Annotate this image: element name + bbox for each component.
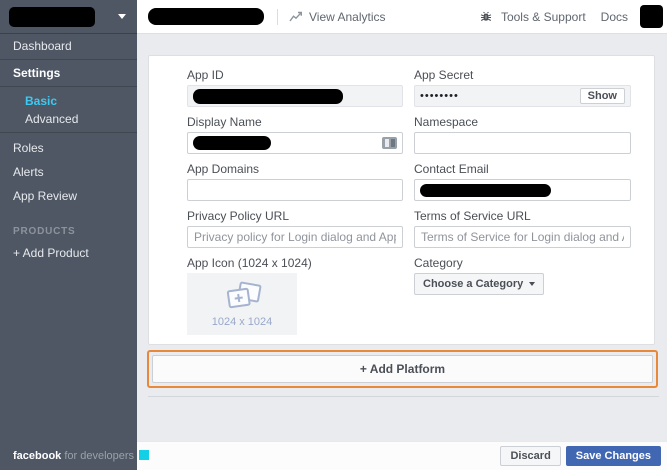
chevron-down-icon [118, 14, 126, 19]
category-dropdown[interactable]: Choose a Category [414, 273, 544, 295]
namespace-label: Namespace [414, 116, 631, 129]
privacy-policy-input[interactable] [187, 226, 403, 248]
bug-icon[interactable] [480, 11, 492, 23]
privacy-policy-label: Privacy Policy URL [187, 210, 403, 223]
tools-support-link[interactable]: Tools & Support [501, 10, 586, 24]
sidebar: Dashboard Settings Basic Advanced Roles … [0, 0, 137, 470]
field-terms-of-service: Terms of Service URL [414, 210, 631, 248]
brand-cyan-square [139, 450, 149, 460]
topbar: View Analytics Tools & Support Docs [137, 0, 667, 34]
chevron-down-icon [529, 282, 535, 286]
redacted-display-name [193, 136, 271, 150]
docs-link[interactable]: Docs [601, 10, 628, 24]
app-id-label: App ID [187, 69, 403, 82]
sidebar-item-app-review[interactable]: App Review [0, 184, 137, 208]
add-platform-button[interactable]: + Add Platform [152, 355, 653, 383]
facebook-logo: facebook [13, 450, 61, 462]
display-name-label: Display Name [187, 116, 403, 129]
discard-button[interactable]: Discard [500, 446, 560, 466]
analytics-trend-icon [289, 11, 303, 23]
sidebar-products-header: PRODUCTS [0, 222, 137, 241]
redacted-app-id [193, 89, 343, 104]
display-name-input[interactable] [187, 132, 403, 154]
app-icon-size-hint: 1024 x 1024 [212, 316, 273, 328]
terms-of-service-input[interactable] [414, 226, 631, 248]
view-analytics-label: View Analytics [309, 10, 385, 24]
category-dropdown-value: Choose a Category [423, 278, 523, 290]
save-changes-button[interactable]: Save Changes [566, 446, 661, 466]
field-display-name: Display Name [187, 116, 403, 154]
annotation-highlight: + Add Platform [147, 350, 658, 388]
topbar-divider [277, 9, 278, 25]
sidebar-item-settings-basic[interactable]: Basic [0, 92, 137, 110]
field-namespace: Namespace [414, 116, 631, 154]
input-method-icon[interactable] [382, 137, 397, 149]
app-secret-masked-value: •••••••• [420, 91, 580, 102]
app-domains-input[interactable] [187, 179, 403, 201]
app-id-field [187, 85, 403, 107]
field-category: Category Choose a Category [414, 257, 631, 335]
sidebar-divider [0, 86, 137, 87]
sidebar-divider [0, 132, 137, 133]
redacted-contact-email [420, 184, 551, 197]
app-secret-label: App Secret [414, 69, 631, 82]
app-switcher[interactable] [0, 0, 137, 34]
field-app-secret: App Secret •••••••• Show [414, 69, 631, 107]
add-image-icon [219, 280, 265, 314]
sidebar-item-add-product[interactable]: + Add Product [0, 241, 137, 265]
contact-email-input[interactable] [414, 179, 631, 201]
brand-footer: facebook for developers [13, 450, 149, 462]
namespace-input[interactable] [414, 132, 631, 154]
terms-of-service-label: Terms of Service URL [414, 210, 631, 223]
avatar[interactable] [640, 5, 663, 28]
redacted-app-name [9, 7, 95, 27]
view-analytics-link[interactable]: View Analytics [289, 10, 385, 24]
sidebar-item-alerts[interactable]: Alerts [0, 160, 137, 184]
topbar-right-group: Tools & Support Docs [480, 5, 667, 28]
field-contact-email: Contact Email [414, 163, 631, 201]
show-app-secret-button[interactable]: Show [580, 88, 625, 104]
sidebar-item-dashboard[interactable]: Dashboard [0, 34, 137, 58]
app-icon-upload-area[interactable]: 1024 x 1024 [187, 273, 297, 335]
sidebar-item-settings[interactable]: Settings [0, 61, 137, 85]
field-app-id: App ID [187, 69, 403, 107]
redacted-app-title [148, 8, 264, 25]
sidebar-item-roles[interactable]: Roles [0, 134, 137, 160]
field-app-domains: App Domains [187, 163, 403, 201]
basic-settings-card: App ID App Secret •••••••• Show Display … [148, 55, 655, 345]
contact-email-label: Contact Email [414, 163, 631, 176]
footer-action-bar: Discard Save Changes [137, 441, 667, 470]
section-divider [148, 396, 659, 397]
app-secret-field: •••••••• Show [414, 85, 631, 107]
field-app-icon: App Icon (1024 x 1024) 1024 x 1024 [187, 257, 403, 335]
app-domains-label: App Domains [187, 163, 403, 176]
category-label: Category [414, 257, 631, 270]
app-settings-screen: Dashboard Settings Basic Advanced Roles … [0, 0, 667, 470]
sidebar-divider [0, 59, 137, 60]
field-privacy-policy: Privacy Policy URL [187, 210, 403, 248]
sidebar-item-settings-advanced[interactable]: Advanced [0, 110, 137, 128]
app-icon-label: App Icon (1024 x 1024) [187, 257, 403, 270]
